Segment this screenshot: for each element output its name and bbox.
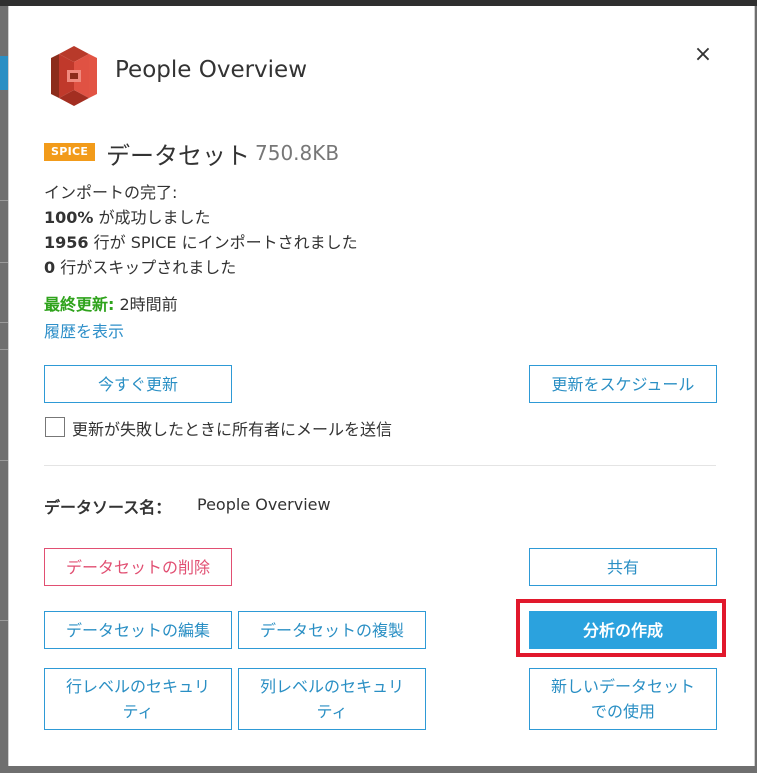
background-divider xyxy=(0,322,8,323)
modal-title: People Overview xyxy=(115,57,308,83)
background-divider xyxy=(0,200,8,201)
checkbox-icon[interactable] xyxy=(45,417,65,437)
view-history-link[interactable]: 履歴を表示 xyxy=(44,318,124,342)
background-divider xyxy=(0,262,8,263)
import-success-pct: 100% xyxy=(44,208,94,227)
import-rows-text: 行が SPICE にインポートされました xyxy=(88,233,358,252)
dataset-size: 750.8KB xyxy=(255,141,340,165)
import-skipped-line: 0 行がスキップされました xyxy=(44,254,236,278)
last-refresh-label: 最終更新: xyxy=(44,295,115,314)
column-level-security-label-2: ティ xyxy=(316,702,348,721)
schedule-refresh-button[interactable]: 更新をスケジュール xyxy=(529,365,717,403)
column-level-security-label-1: 列レベルのセキュリ xyxy=(259,677,404,696)
share-button[interactable]: 共有 xyxy=(529,548,717,586)
column-level-security-button[interactable]: 列レベルのセキュリ ティ xyxy=(238,668,426,730)
edit-dataset-button[interactable]: データセットの編集 xyxy=(44,611,232,649)
use-in-new-dataset-button[interactable]: 新しいデータセット での使用 xyxy=(529,668,717,730)
row-level-security-label-2: ティ xyxy=(122,702,154,721)
duplicate-dataset-button[interactable]: データセットの複製 xyxy=(238,611,426,649)
import-skipped-text: 行がスキップされました xyxy=(55,258,237,277)
last-refresh-value: 2時間前 xyxy=(114,295,178,314)
import-success-line: 100% が成功しました xyxy=(44,204,211,228)
row-level-security-label-1: 行レベルのセキュリ xyxy=(65,677,210,696)
close-icon[interactable]: × xyxy=(692,44,714,66)
use-in-new-dataset-label-1: 新しいデータセット xyxy=(550,677,695,696)
dataset-heading: データセット xyxy=(106,142,250,170)
background-divider xyxy=(0,349,8,350)
aws-s3-bucket-icon xyxy=(51,46,97,106)
spice-badge: SPICE xyxy=(44,143,96,161)
import-success-text: が成功しました xyxy=(93,208,211,227)
import-heading: インポートの完了: xyxy=(44,183,178,202)
import-rows-line: 1956 行が SPICE にインポートされました xyxy=(44,229,358,253)
email-on-failure-label[interactable]: 更新が失敗したときに所有者にメールを送信 xyxy=(72,416,392,440)
last-refresh-line: 最終更新: 2時間前 xyxy=(44,291,178,315)
datasource-value: People Overview xyxy=(197,495,331,514)
refresh-now-button[interactable]: 今すぐ更新 xyxy=(44,365,232,403)
background-tab-fragment xyxy=(0,56,8,90)
row-level-security-button[interactable]: 行レベルのセキュリ ティ xyxy=(44,668,232,730)
background-divider xyxy=(0,620,8,621)
highlight-box xyxy=(516,599,726,657)
datasource-label: データソース名： xyxy=(44,498,172,517)
dataset-details-modal: People Overview × SPICE データセット 750.8KB イ… xyxy=(8,6,755,766)
delete-dataset-button[interactable]: データセットの削除 xyxy=(44,548,232,586)
section-divider xyxy=(44,465,716,466)
use-in-new-dataset-label-2: での使用 xyxy=(590,702,655,721)
import-rows-count: 1956 xyxy=(44,233,89,252)
background-divider xyxy=(0,460,8,461)
import-skipped-count: 0 xyxy=(44,258,56,277)
